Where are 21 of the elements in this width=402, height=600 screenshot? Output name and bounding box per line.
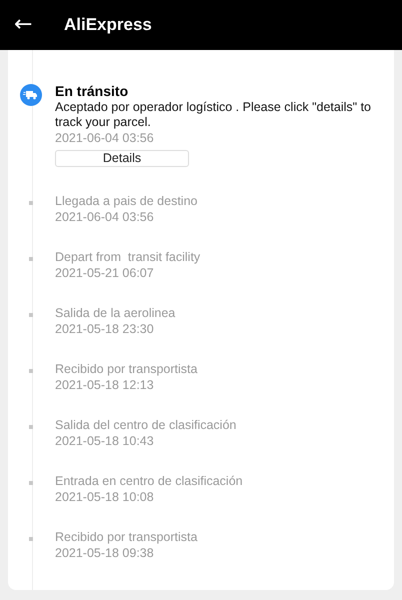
event-time: 2021-06-04 03:56 xyxy=(55,130,155,146)
event-time: 2021-06-04 03:56 xyxy=(55,209,155,225)
event-time: 2021-05-18 10:43 xyxy=(55,433,155,449)
event-time: 2021-05-18 23:30 xyxy=(55,321,155,337)
app-title: AliExpress xyxy=(64,15,152,35)
event-title: Salida de la aerolinea xyxy=(55,305,176,321)
event-time: 2021-05-18 09:38 xyxy=(55,545,155,561)
back-button[interactable]: ← xyxy=(0,14,50,36)
details-button[interactable]: Details xyxy=(55,150,189,167)
event-title: Llegada a pais de destino xyxy=(55,193,198,209)
truck-icon xyxy=(20,84,42,106)
event-title: Recibido por transportista xyxy=(55,529,198,545)
event-title: En tránsito xyxy=(55,83,130,100)
event-description: Aceptado por operador logístico . Please click "details" to track your parcel. xyxy=(55,100,372,130)
event-time: 2021-05-18 12:13 xyxy=(55,377,155,393)
event-time: 2021-05-18 10:08 xyxy=(55,489,155,505)
event-title: Recibido por transportista xyxy=(55,361,198,377)
event-title: Depart from transit facility xyxy=(55,249,202,265)
event-title: Salida del centro de clasificación xyxy=(55,417,238,433)
event-time: 2021-05-21 06:07 xyxy=(55,265,155,281)
event-title: Entrada en centro de clasificación xyxy=(55,473,244,489)
